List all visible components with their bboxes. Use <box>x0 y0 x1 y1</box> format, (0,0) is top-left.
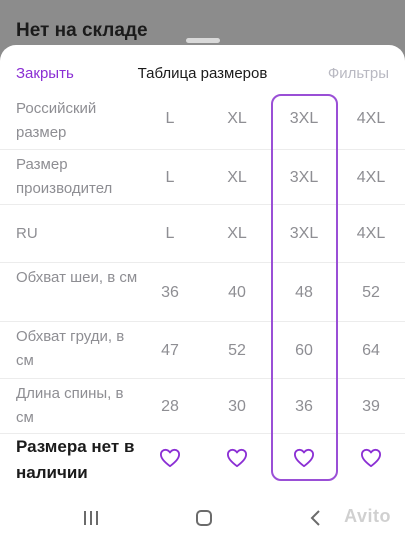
avito-watermark: Avito <box>344 506 391 526</box>
size-cell: 47 <box>161 341 179 359</box>
row-label: Обхват шеи, в см <box>16 269 138 286</box>
filters-button[interactable]: Фильтры <box>328 65 389 82</box>
favorite-heart-icon[interactable] <box>159 448 181 468</box>
row-label: Размер производител <box>16 156 113 197</box>
size-cell: 40 <box>228 283 246 301</box>
size-cell: 52 <box>362 283 380 301</box>
size-cell: XL <box>227 225 247 242</box>
system-navbar: Avito <box>0 496 405 540</box>
size-cell: 4XL <box>356 225 386 242</box>
size-cell: 36 <box>161 283 179 301</box>
favorite-heart-icon[interactable] <box>360 448 382 468</box>
size-cell: L <box>165 225 175 242</box>
page-title-behind: Нет на складе <box>16 20 148 41</box>
table-row: Обхват шеи, в см 36 40 48 52 <box>0 262 405 321</box>
row-label: RU <box>16 225 38 242</box>
size-cell: 52 <box>228 341 246 359</box>
size-cell: 4XL <box>356 168 386 186</box>
table-row: Размер производител L XL 3XL 4XL <box>0 149 405 204</box>
size-cell: L <box>165 168 175 186</box>
size-cell: 4XL <box>356 110 386 127</box>
size-cell: 64 <box>362 341 380 359</box>
table-row: Российский размер L XL 3XL 4XL <box>0 94 405 144</box>
recent-apps-icon[interactable] <box>76 506 106 530</box>
row-label: Российский размер <box>16 100 97 141</box>
sheet-drag-handle[interactable] <box>186 38 220 43</box>
size-cell: 39 <box>362 397 380 415</box>
back-icon[interactable] <box>300 506 330 530</box>
row-label: Длина спины, в см <box>16 385 124 426</box>
table-row: Обхват груди, в см 47 52 60 64 <box>0 321 405 378</box>
size-cell: 60 <box>295 341 313 359</box>
table-row: RU L XL 3XL 4XL <box>0 204 405 262</box>
size-cell: XL <box>227 168 247 186</box>
favorite-heart-icon[interactable] <box>226 448 248 468</box>
size-cell: 28 <box>161 397 179 415</box>
size-cell: 30 <box>228 397 246 415</box>
row-label: Обхват груди, в см <box>16 328 125 369</box>
size-cell: 3XL <box>289 110 319 127</box>
size-cell: 3XL <box>289 168 319 186</box>
table-row: Длина спины, в см 28 30 36 39 <box>0 378 405 433</box>
sheet-header: Закрыть Таблица размеров Фильтры <box>0 45 405 101</box>
availability-row: Размера нет в наличии <box>0 433 405 485</box>
size-chart-sheet: Закрыть Таблица размеров Фильтры Российс… <box>0 45 405 540</box>
size-cell: 3XL <box>289 225 319 242</box>
size-cell: L <box>165 110 175 127</box>
home-icon[interactable] <box>189 506 219 530</box>
availability-label: Размера нет в наличии <box>16 437 135 482</box>
size-cell: 48 <box>295 283 313 301</box>
size-cell: 36 <box>295 397 313 415</box>
size-cell: XL <box>227 110 247 127</box>
favorite-heart-icon[interactable] <box>293 448 315 468</box>
